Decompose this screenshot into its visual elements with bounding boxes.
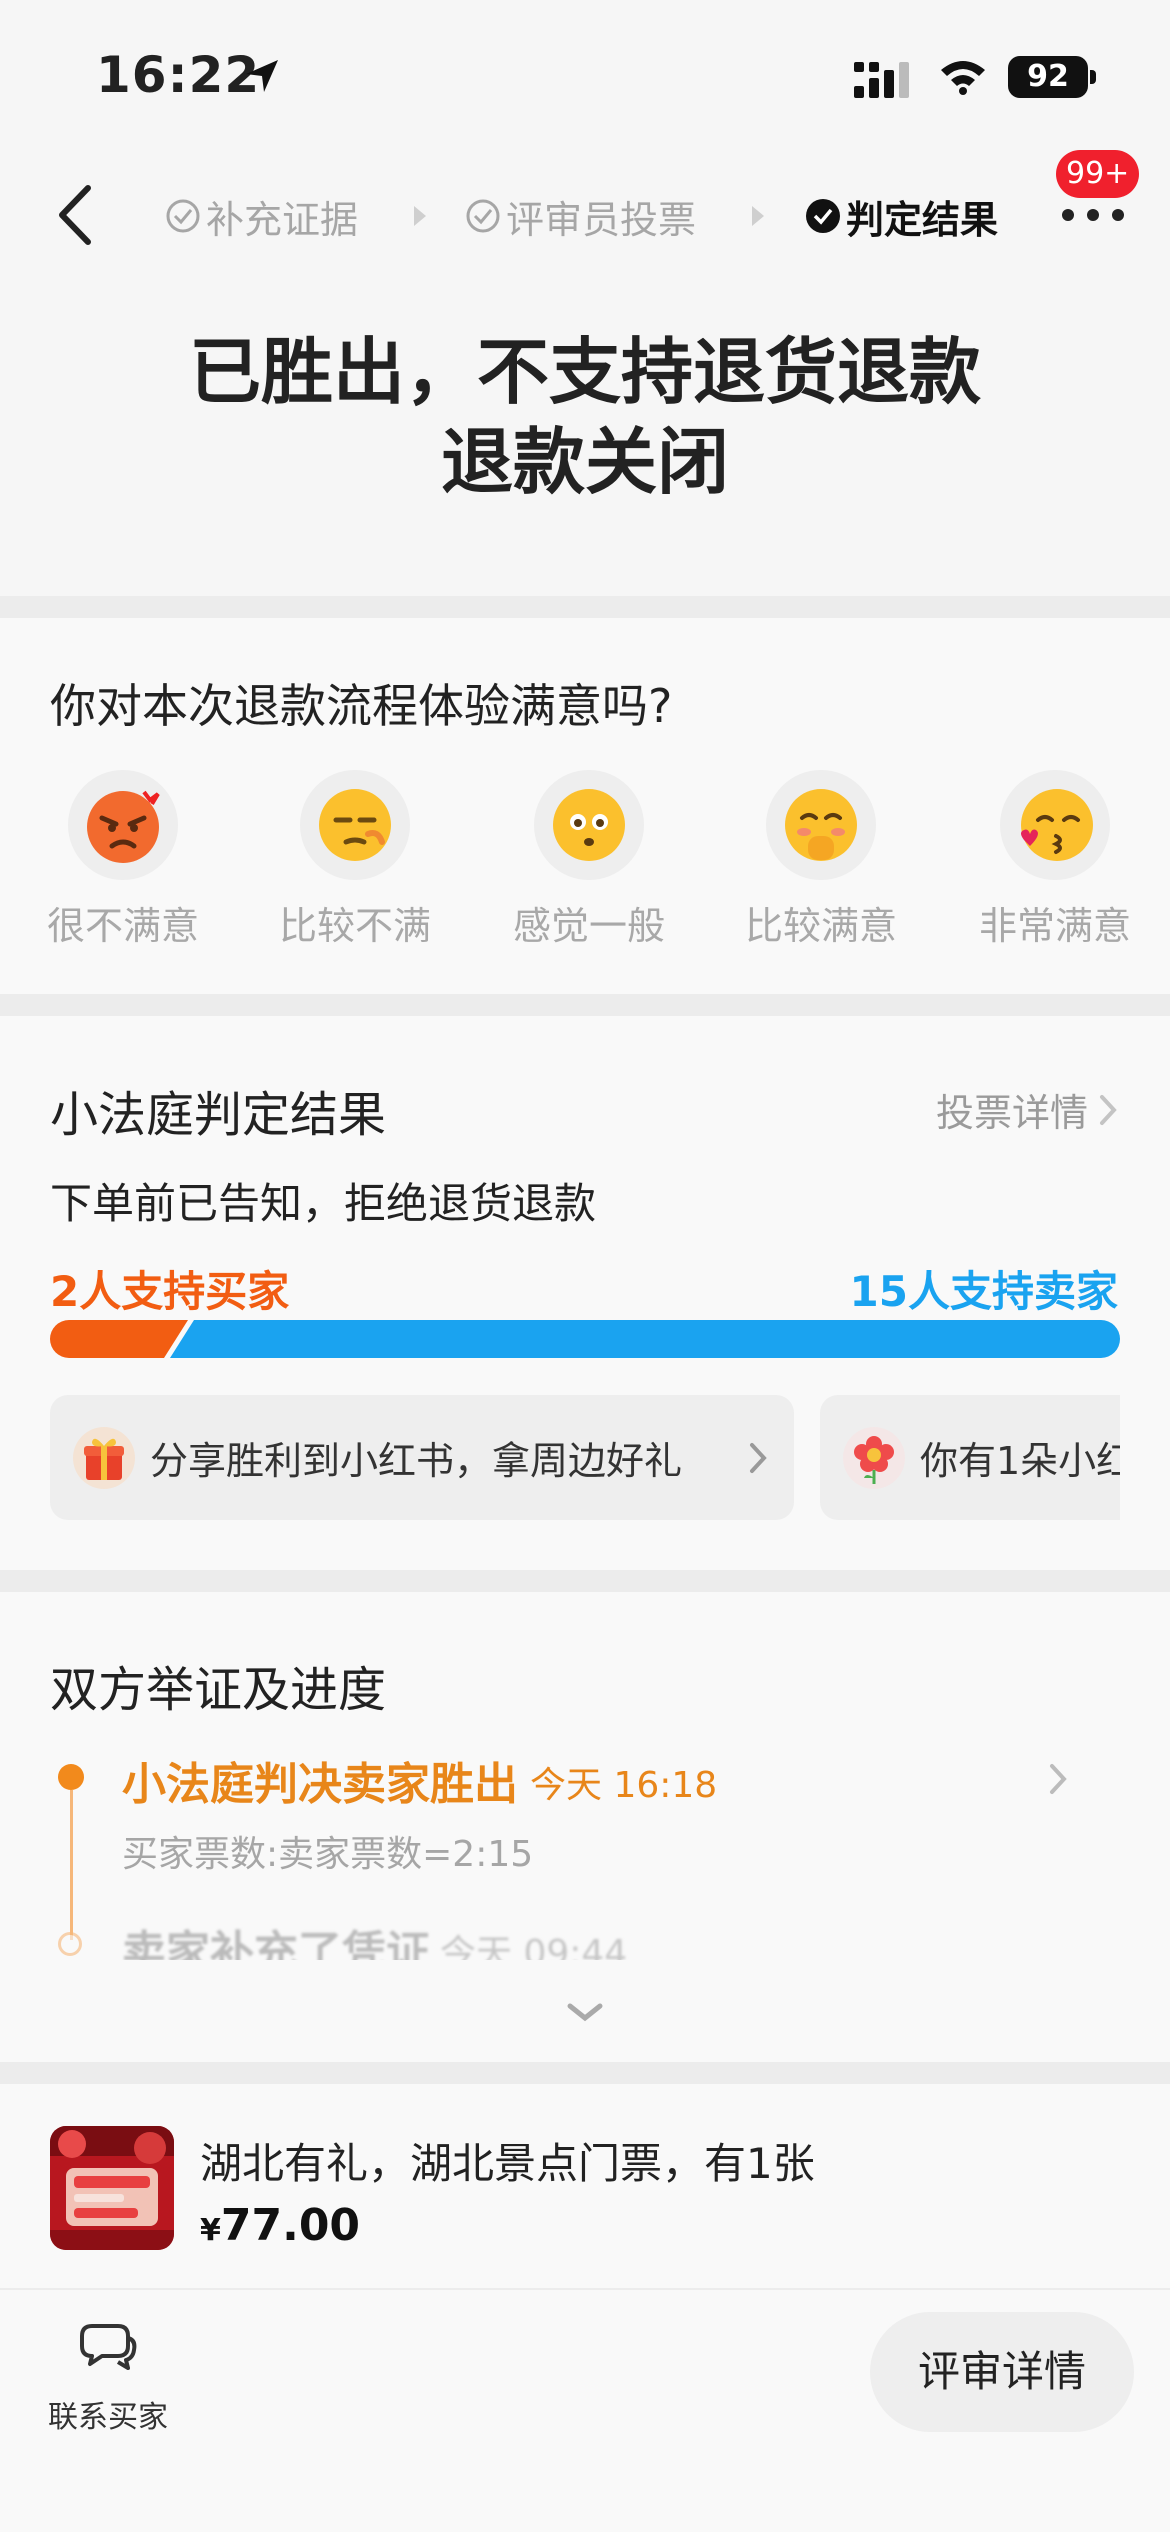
product-name: 湖北有礼，湖北景点门票，有1张 xyxy=(200,2139,815,2188)
rating-somewhat-satisfied[interactable] xyxy=(766,770,876,880)
shy-face-icon xyxy=(785,789,857,861)
promo-text: 分享胜利到小红书，拿周边好礼 xyxy=(150,1439,683,1483)
product-thumbnail[interactable] xyxy=(50,2126,174,2250)
section-divider xyxy=(0,596,1170,618)
more-icon[interactable] xyxy=(1060,200,1126,230)
vote-ratio-bar xyxy=(50,1320,1120,1358)
contact-buyer-label[interactable]: 联系买家 xyxy=(48,2392,168,2436)
check-circle-outline-icon xyxy=(466,199,500,233)
rating-label: 比较满意 xyxy=(744,904,897,948)
rating-label: 比较不满 xyxy=(278,904,431,948)
event-title[interactable]: 小法庭判决卖家胜出 xyxy=(122,1748,518,1812)
step-verdict-result[interactable]: 判定结果 xyxy=(804,188,998,244)
rating-label: 感觉一般 xyxy=(512,904,665,948)
vote-detail-label: 投票详情 xyxy=(935,1091,1088,1135)
step-label: 评审员投票 xyxy=(506,197,697,242)
rating-label: 非常满意 xyxy=(978,904,1131,948)
step-arrow-icon xyxy=(414,206,426,226)
chevron-down-icon[interactable] xyxy=(566,2000,604,2024)
location-arrow-icon xyxy=(246,60,278,92)
step-label: 判定结果 xyxy=(846,197,999,242)
result-subtitle: 退款关闭 xyxy=(440,420,729,504)
cellular-signal-icon xyxy=(854,62,909,98)
event-detail: 买家票数:卖家票数=2:15 xyxy=(122,1834,534,1875)
seller-support-count: 15人支持卖家 xyxy=(849,1267,1118,1316)
unamused-face-icon xyxy=(319,789,391,861)
timeline-faded-row: 卖家补充了凭证 今天 09:44 xyxy=(0,1900,1170,1960)
battery-indicator: 92 xyxy=(1008,56,1088,98)
buyer-vote-segment xyxy=(50,1320,188,1358)
section-divider xyxy=(0,994,1170,1016)
chevron-right-icon xyxy=(750,1443,767,1473)
seller-vote-segment xyxy=(170,1320,1120,1358)
rating-neutral[interactable] xyxy=(534,770,644,880)
chat-bubble-icon[interactable] xyxy=(78,2320,138,2372)
step-juror-vote[interactable]: 评审员投票 xyxy=(464,188,696,244)
rating-label: 很不满意 xyxy=(46,904,199,948)
result-title: 已胜出，不支持退货退款 xyxy=(188,330,981,414)
step-arrow-icon xyxy=(752,206,764,226)
wifi-icon xyxy=(941,61,985,95)
chevron-right-icon xyxy=(1100,1094,1117,1125)
red-flower-promo[interactable]: 你有1朵小红 xyxy=(820,1395,1120,1520)
flower-icon xyxy=(843,1426,905,1489)
rating-somewhat-unsatisfied[interactable] xyxy=(300,770,410,880)
rating-very-unsatisfied[interactable] xyxy=(68,770,178,880)
battery-tip xyxy=(1090,70,1096,84)
status-bar: 16:22 92 xyxy=(0,0,1170,140)
neutral-face-icon xyxy=(553,789,625,861)
progress-title: 双方举证及进度 xyxy=(50,1662,387,1718)
section-divider xyxy=(0,2062,1170,2084)
review-details-button[interactable]: 评审详情 xyxy=(870,2312,1134,2432)
check-circle-filled-icon xyxy=(806,199,840,233)
notification-badge: 99+ xyxy=(1056,150,1140,198)
vote-detail-link[interactable]: 投票详情 xyxy=(936,1082,1120,1137)
event-title: 卖家补充了凭证 xyxy=(122,1927,430,1960)
share-victory-promo[interactable]: 分享胜利到小红书，拿周边好礼 xyxy=(50,1395,794,1520)
angry-face-icon xyxy=(87,790,160,863)
timeline-dot-active xyxy=(58,1764,84,1790)
price-value: 77.00 xyxy=(220,2200,361,2251)
step-supplement-evidence[interactable]: 补充证据 xyxy=(164,188,358,244)
event-time: 今天 16:18 xyxy=(530,1765,718,1806)
event-time: 今天 09:44 xyxy=(440,1933,628,1960)
section-divider xyxy=(0,1570,1170,1592)
rating-very-satisfied[interactable] xyxy=(1000,770,1110,880)
price-currency: ¥ xyxy=(200,2213,221,2248)
back-icon[interactable] xyxy=(50,180,100,250)
buyer-support-count: 2人支持买家 xyxy=(50,1267,290,1316)
product-price: ¥77.00 xyxy=(200,2200,360,2251)
promo-text: 你有1朵小红 xyxy=(920,1439,1120,1483)
status-time: 16:22 xyxy=(96,46,261,104)
gift-icon xyxy=(73,1426,135,1489)
timeline-dot xyxy=(58,1932,82,1956)
verdict-reason: 下单前已告知，拒绝退货退款 xyxy=(50,1179,597,1228)
step-label: 补充证据 xyxy=(206,197,359,242)
check-circle-outline-icon xyxy=(166,199,200,233)
satisfaction-question: 你对本次退款流程体验满意吗? xyxy=(50,679,673,733)
kiss-face-icon xyxy=(1021,789,1093,861)
court-verdict-title: 小法庭判定结果 xyxy=(50,1087,387,1143)
chevron-right-icon[interactable] xyxy=(1046,1762,1070,1796)
